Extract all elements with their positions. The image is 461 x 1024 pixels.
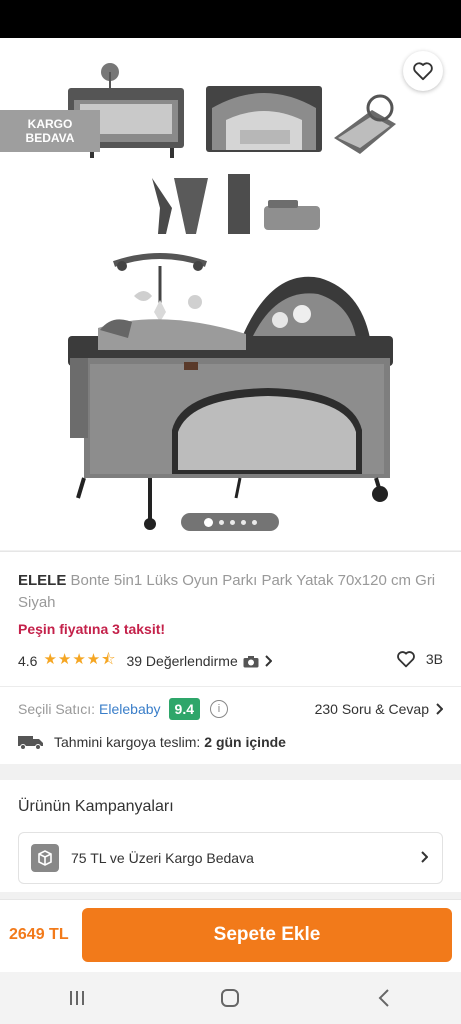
chevron-right-icon	[421, 851, 428, 863]
system-back-button[interactable]	[354, 978, 414, 1018]
campaigns-title: Ürünün Kampanyaları	[18, 798, 174, 815]
divider	[0, 686, 461, 687]
seller-label: Seçili Satıcı:	[18, 701, 96, 717]
add-to-cart-bar: 2649 TL Sepete Ekle	[0, 899, 461, 972]
pagination-dot[interactable]	[240, 519, 246, 525]
share-icon	[352, 59, 373, 83]
free-shipping-badge: KARGO BEDAVA	[0, 110, 100, 152]
badge-line-1: KARGO	[27, 117, 73, 131]
heart-icon	[413, 62, 433, 81]
campaign-text: 75 TL ve Üzeri Kargo Bedava	[71, 850, 254, 866]
info-icon[interactable]: i	[210, 700, 228, 718]
like-count: 3B	[425, 651, 443, 667]
seller-score-badge: 9.4	[168, 698, 200, 720]
chevron-right-icon	[265, 655, 272, 667]
main-product	[68, 253, 393, 530]
pagination-dot[interactable]	[229, 519, 235, 525]
truck-icon	[18, 736, 43, 750]
chevron-right-icon	[436, 703, 443, 715]
seller-row: Seçili Satıcı: Elelebaby 9.4 i 230 Soru …	[18, 696, 443, 722]
back-button[interactable]	[14, 56, 48, 86]
product-name: Bonte 5in1 Lüks Oyun Parkı Park Yatak 70…	[18, 572, 436, 611]
delivery-label: Tahmini kargoya teslim:	[54, 734, 201, 750]
home-icon	[221, 989, 240, 1007]
delivery-value: 2 gün içinde	[204, 734, 286, 750]
share-button[interactable]	[348, 56, 378, 86]
qa-link[interactable]: 230 Soru & Cevap	[315, 696, 443, 722]
recent-apps-button[interactable]	[47, 978, 107, 1018]
campaigns-section: Ürünün Kampanyaları 75 TL ve Üzeri Kargo…	[0, 780, 461, 892]
chevron-left-icon	[378, 989, 389, 1007]
reviews-link[interactable]: 39 Değerlendirme	[126, 653, 272, 669]
campaign-item[interactable]: 75 TL ve Üzeri Kargo Bedava	[18, 832, 443, 884]
gallery-pagination[interactable]	[181, 513, 279, 531]
pagination-dot[interactable]	[203, 517, 213, 527]
system-nav-bar	[0, 972, 461, 1024]
rating-stars: ★★★★⯪	[43, 650, 117, 668]
add-to-cart-button[interactable]: Sepete Ekle	[82, 908, 452, 962]
product-title: ELELE Bonte 5in1 Lüks Oyun Parkı Park Ya…	[18, 570, 443, 614]
seller-name-link[interactable]: Elelebaby	[99, 701, 161, 717]
product-brand[interactable]: ELELE	[18, 572, 66, 589]
thumbnail-collage	[68, 63, 396, 234]
pagination-dot[interactable]	[218, 519, 224, 525]
camera-icon	[243, 655, 259, 667]
product-info: ELELE Bonte 5in1 Lüks Oyun Parkı Park Ya…	[0, 551, 461, 764]
rating-row: 4.6 ★★★★⯪ 39 Değerlendirme 3B	[18, 650, 443, 672]
favorite-button[interactable]	[403, 51, 443, 91]
arrow-left-icon	[20, 61, 41, 81]
reviews-count: 39 Değerlendirme	[126, 653, 238, 669]
pagination-dot[interactable]	[251, 519, 257, 525]
product-gallery[interactable]: KARGO BEDAVA	[0, 38, 461, 550]
qa-label: 230 Soru & Cevap	[314, 701, 429, 717]
status-bar	[0, 0, 461, 38]
installment-text: Peşin fiyatına 3 taksit!	[18, 621, 166, 637]
like-counter[interactable]: 3B	[396, 650, 443, 668]
heart-outline-icon	[397, 651, 415, 668]
rating-value: 4.6	[18, 653, 38, 669]
home-button[interactable]	[200, 978, 260, 1018]
delivery-row: Tahmini kargoya teslim: 2 gün içinde	[18, 730, 286, 754]
product-price: 2649 TL	[9, 926, 69, 943]
box-icon	[31, 844, 59, 872]
badge-line-2: BEDAVA	[25, 131, 75, 145]
recent-apps-icon	[69, 991, 84, 1005]
